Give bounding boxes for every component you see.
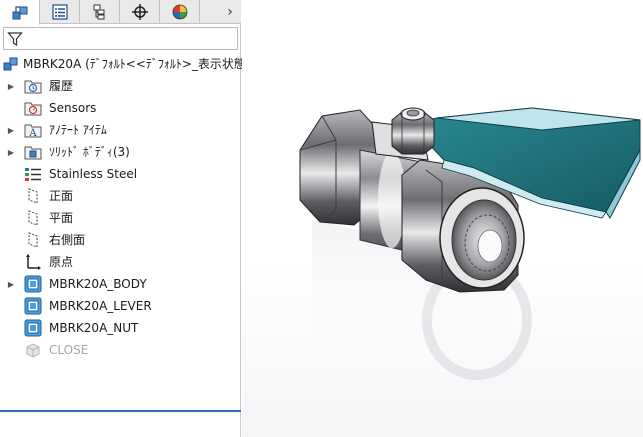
part-icon <box>24 297 42 315</box>
tree-item-sensors[interactable]: Sensors <box>0 97 241 119</box>
tree-item-close-feature[interactable]: CLOSE <box>0 339 241 361</box>
tab-dimxpert-manager[interactable] <box>120 0 160 24</box>
tree-item-top-plane[interactable]: 平面 <box>0 207 241 229</box>
svg-text:A: A <box>28 128 37 139</box>
origin-icon <box>24 253 42 271</box>
tab-feature-manager[interactable] <box>0 0 40 25</box>
plane-icon <box>24 187 42 205</box>
suppressed-feature-icon <box>24 341 42 359</box>
tree-item-front-plane[interactable]: 正面 <box>0 185 241 207</box>
sensors-folder-icon <box>24 99 42 117</box>
tab-display-manager[interactable] <box>160 0 200 24</box>
tree-item-material[interactable]: Stainless Steel <box>0 163 241 185</box>
history-folder-icon <box>24 77 42 95</box>
rollback-bar[interactable] <box>0 410 241 412</box>
tree-item-label: 正面 <box>49 189 74 203</box>
part-icon <box>24 319 42 337</box>
expand-arrow-icon[interactable]: ▶ <box>6 75 16 97</box>
tree-item-part-lever[interactable]: MBRK20A_LEVER <box>0 295 241 317</box>
expand-arrow-icon[interactable]: ▶ <box>6 119 16 141</box>
tree-item-label: MBRK20A_BODY <box>49 277 147 291</box>
tree-item-label: MBRK20A_NUT <box>49 321 139 335</box>
tree-filter-input[interactable] <box>3 27 238 50</box>
manager-tab-strip: › <box>0 0 241 25</box>
tree-item-label: Sensors <box>49 101 97 115</box>
graphics-viewport[interactable] <box>242 0 643 437</box>
ball-valve-model[interactable] <box>242 0 643 437</box>
tree-item-label: ｿﾘｯﾄﾞ ﾎﾞﾃﾞｨ(3) <box>49 145 130 159</box>
tree-item-right-plane[interactable]: 右側面 <box>0 229 241 251</box>
color-wheel-icon <box>172 4 187 20</box>
tree-item-label: 右側面 <box>49 233 86 247</box>
solid-bodies-folder-icon <box>24 143 42 161</box>
part-icon <box>24 275 42 293</box>
tab-property-manager[interactable] <box>40 0 80 24</box>
tree-item-part-nut[interactable]: MBRK20A_NUT <box>0 317 241 339</box>
material-icon <box>24 165 42 183</box>
expand-arrow-icon[interactable]: ▶ <box>6 273 16 295</box>
part-root-icon <box>2 55 20 73</box>
tree-root-label: MBRK20A (ﾃﾞﾌｫﾙﾄ<<ﾃﾞﾌｫﾙﾄ>_表示状態 <box>23 57 246 71</box>
plane-icon <box>24 209 42 227</box>
tree-item-label: CLOSE <box>49 343 89 357</box>
tree-item-solid-bodies[interactable]: ▶ ｿﾘｯﾄﾞ ﾎﾞﾃﾞｨ(3) <box>0 141 241 163</box>
expand-arrow-icon[interactable]: ▶ <box>6 141 16 163</box>
plane-icon <box>24 231 42 249</box>
tree-item-label: 原点 <box>49 255 74 269</box>
configuration-icon <box>93 4 104 20</box>
tree-item-history[interactable]: ▶ 履歴 <box>0 75 241 97</box>
tree-item-label: 平面 <box>49 211 74 225</box>
feature-manager-panel: › MBRK20A (ﾃﾞﾌｫﾙﾄ<<ﾃﾞﾌｫﾙﾄ>_表示状態 ▶ 履歴 Sen… <box>0 0 246 437</box>
crosshair-icon <box>131 4 148 20</box>
tree-item-label: Stainless Steel <box>49 167 138 181</box>
tree-item-label: 履歴 <box>49 79 74 93</box>
tree-item-label: ｱﾉﾃｰﾄ ｱｲﾃﾑ <box>49 123 107 137</box>
tabs-more-button[interactable]: › <box>219 0 241 24</box>
tree-root-assembly[interactable]: MBRK20A (ﾃﾞﾌｫﾙﾄ<<ﾃﾞﾌｫﾙﾄ>_表示状態 <box>0 53 246 75</box>
feature-tree-icon <box>12 6 27 20</box>
tree-item-annotations[interactable]: ▶ A ｱﾉﾃｰﾄ ｱｲﾃﾑ <box>0 119 241 141</box>
property-list-icon <box>51 4 68 20</box>
tab-configuration-manager[interactable] <box>80 0 120 24</box>
tree-item-origin[interactable]: 原点 <box>0 251 241 273</box>
filter-icon[interactable] <box>7 31 23 50</box>
tree-item-label: MBRK20A_LEVER <box>49 299 152 313</box>
tree-item-part-body[interactable]: ▶ MBRK20A_BODY <box>0 273 241 295</box>
annotations-folder-icon: A <box>24 121 42 139</box>
